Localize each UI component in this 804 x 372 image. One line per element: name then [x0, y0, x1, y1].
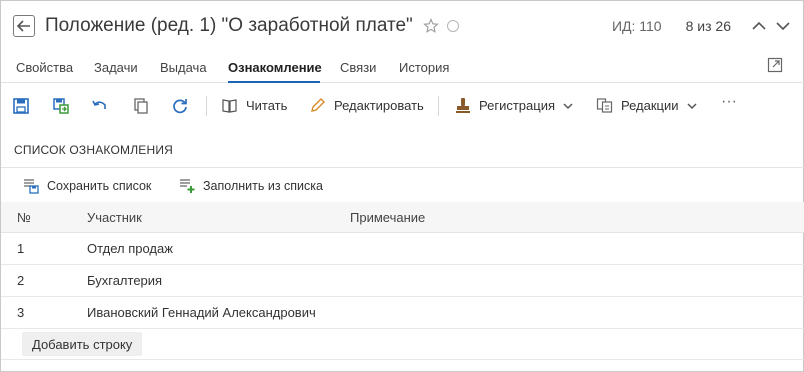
divider: [1, 167, 804, 168]
tab-tasks[interactable]: Задачи: [94, 60, 138, 75]
record-pager: 8 из 26: [685, 18, 731, 34]
edit-button-label: Редактировать: [334, 98, 424, 113]
chevron-down-icon: [563, 102, 573, 109]
row-participant: Ивановский Геннадий Александрович: [87, 305, 316, 320]
table-row[interactable]: 3 Ивановский Геннадий Александрович: [1, 297, 804, 329]
list-actions-bar: Сохранить список Заполнить из списка: [1, 175, 804, 197]
open-in-new-window-icon[interactable]: [767, 57, 783, 73]
title-right-area: ИД: 110 8 из 26: [612, 18, 791, 34]
undo-icon[interactable]: [91, 97, 109, 115]
tab-acquaintance[interactable]: Ознакомление: [228, 60, 322, 75]
more-actions-button[interactable]: ···: [721, 93, 737, 111]
edit-button[interactable]: Редактировать: [309, 97, 424, 114]
document-title: Положение (ред. 1) "О заработной плате": [45, 15, 413, 36]
column-header-note[interactable]: Примечание: [350, 210, 425, 225]
row-participant: Бухгалтерия: [87, 273, 163, 288]
back-arrow-icon: [17, 20, 30, 32]
add-row-button[interactable]: Добавить строку: [22, 332, 143, 356]
read-button[interactable]: Читать: [221, 97, 287, 114]
book-icon: [222, 99, 237, 113]
fill-from-list-label: Заполнить из списка: [203, 179, 323, 193]
fill-from-list-button[interactable]: Заполнить из списка: [179, 178, 323, 194]
revisions-label: Редакции: [621, 98, 679, 113]
stamp-icon: [456, 98, 470, 113]
tab-links[interactable]: Связи: [340, 60, 376, 75]
registration-dropdown[interactable]: Регистрация: [455, 97, 581, 114]
tab-properties[interactable]: Свойства: [16, 60, 73, 75]
revisions-dropdown[interactable]: Редакции: [596, 97, 705, 114]
table-row[interactable]: 2 Бухгалтерия: [1, 265, 804, 297]
document-card: Положение (ред. 1) "О заработной плате" …: [0, 0, 804, 372]
registration-label: Регистрация: [479, 98, 555, 113]
save-list-label: Сохранить список: [47, 179, 152, 193]
save-icon[interactable]: [12, 97, 30, 115]
divider: [1, 359, 804, 360]
back-button[interactable]: [13, 15, 35, 37]
row-number: 3: [17, 305, 25, 320]
tab-history[interactable]: История: [399, 60, 449, 75]
pencil-icon: [311, 98, 325, 112]
toolbar-separator: [206, 96, 207, 116]
read-button-label: Читать: [246, 98, 288, 113]
chevron-up-icon[interactable]: [751, 18, 767, 34]
column-header-participant[interactable]: Участник: [87, 210, 142, 225]
active-tab-indicator: [228, 81, 320, 83]
row-number: 2: [17, 273, 25, 288]
save-list-icon: [24, 179, 39, 194]
section-title: СПИСОК ОЗНАКОМЛЕНИЯ: [14, 143, 174, 157]
tab-issuance[interactable]: Выдача: [160, 60, 207, 75]
column-header-number[interactable]: №: [17, 210, 31, 225]
row-number: 1: [17, 241, 25, 256]
save-and-close-icon[interactable]: [52, 97, 70, 115]
refresh-icon[interactable]: [171, 97, 189, 115]
row-participant: Отдел продаж: [87, 241, 173, 256]
table-header: № Участник Примечание: [1, 202, 804, 233]
save-list-button[interactable]: Сохранить список: [23, 178, 151, 194]
fill-from-list-icon: [180, 179, 195, 193]
revisions-icon: [596, 98, 613, 113]
table-row[interactable]: 1 Отдел продаж: [1, 233, 804, 265]
tab-bar: Свойства Задачи Выдача Ознакомление Связ…: [1, 53, 804, 83]
status-circle-icon: [446, 20, 459, 32]
document-id: ИД: 110: [611, 18, 662, 34]
title-bar: Положение (ред. 1) "О заработной плате" …: [13, 11, 791, 41]
star-icon[interactable]: [422, 18, 439, 34]
toolbar: Читать Редактировать Регистрация Редакци…: [1, 91, 804, 121]
chevron-down-icon: [687, 102, 697, 109]
toolbar-separator: [438, 96, 439, 116]
chevron-down-icon[interactable]: [775, 18, 791, 34]
copy-icon[interactable]: [132, 97, 150, 115]
